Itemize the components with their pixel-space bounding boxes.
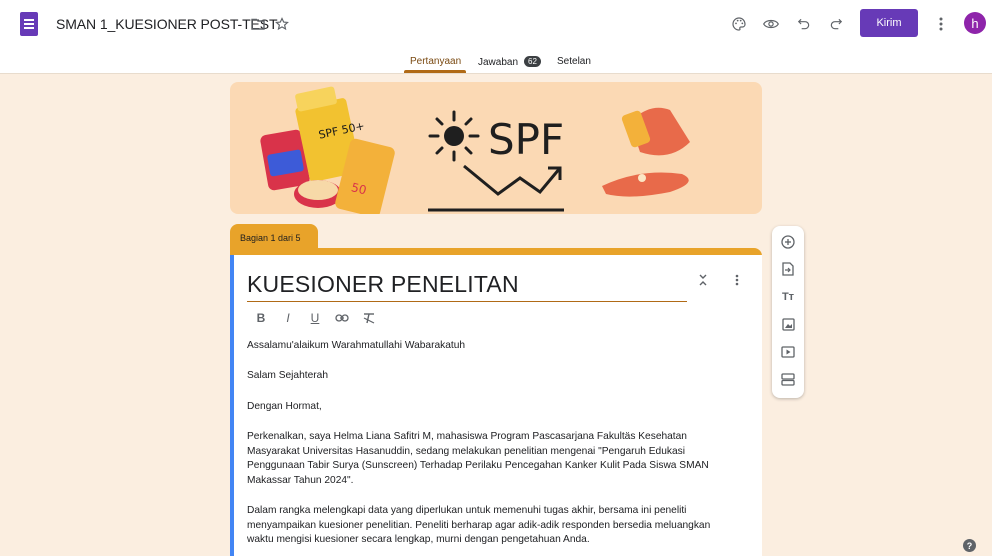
send-button[interactable]: Kirim <box>860 9 918 37</box>
banner-spf-text: SPF <box>488 115 564 164</box>
italic-button[interactable]: I <box>280 311 296 325</box>
add-title-icon[interactable]: Tт <box>780 289 796 305</box>
description-paragraph[interactable]: Dalam rangka melengkapi data yang diperl… <box>247 504 737 548</box>
help-icon[interactable]: ? <box>963 539 976 552</box>
active-tab-indicator <box>404 70 466 73</box>
section-more-icon[interactable] <box>730 273 744 287</box>
description-line[interactable]: Dengan Hormat, <box>247 400 737 415</box>
form-tabs: Pertanyaan Jawaban 62 Setelan <box>0 48 992 74</box>
add-image-icon[interactable] <box>780 316 796 332</box>
header-banner-image: SPF 50+ 50 SPF <box>230 82 762 214</box>
customize-theme-icon[interactable] <box>727 12 751 36</box>
tab-responses-label: Jawaban <box>478 57 519 68</box>
undo-icon[interactable] <box>792 12 816 36</box>
description-line[interactable]: Assalamu'alaikum Warahmatullahi Wabaraka… <box>247 339 737 354</box>
more-options-icon[interactable] <box>929 12 953 36</box>
tab-settings[interactable]: Setelan <box>557 56 591 67</box>
floating-toolbar: Tт <box>772 226 804 398</box>
preview-eye-icon[interactable] <box>759 12 783 36</box>
clear-formatting-icon[interactable] <box>361 311 377 325</box>
description-line[interactable]: Salam Sejahterah <box>247 369 737 384</box>
insert-link-icon[interactable] <box>334 311 350 325</box>
redo-icon[interactable] <box>824 12 848 36</box>
star-icon[interactable] <box>270 12 294 36</box>
description-paragraph[interactable]: Perkenalkan, saya Helma Liana Safitri M,… <box>247 430 737 488</box>
add-section-icon[interactable] <box>780 371 796 387</box>
collapse-section-icon[interactable] <box>696 273 710 287</box>
bold-button[interactable]: B <box>253 311 269 325</box>
form-title-input[interactable]: KUESIONER PENELITAN <box>247 271 519 298</box>
move-to-folder-icon[interactable] <box>246 12 270 36</box>
add-question-icon[interactable] <box>780 234 796 250</box>
import-questions-icon[interactable] <box>780 261 796 277</box>
add-video-icon[interactable] <box>780 344 796 360</box>
document-title[interactable]: SMAN 1_KUESIONER POST-TEST <box>56 16 278 32</box>
form-header-card[interactable]: KUESIONER PENELITAN B I U Assalamu'alaik… <box>230 255 762 556</box>
underline-button[interactable]: U <box>307 311 323 325</box>
account-avatar[interactable]: h <box>964 12 986 34</box>
tab-responses[interactable]: Jawaban 62 <box>478 56 541 68</box>
focused-card-indicator <box>230 255 234 556</box>
tab-questions[interactable]: Pertanyaan <box>410 56 461 67</box>
title-underline <box>247 301 687 302</box>
forms-logo-icon[interactable] <box>20 12 38 36</box>
top-bar: SMAN 1_KUESIONER POST-TEST Kirim h <box>0 0 992 48</box>
responses-count-badge: 62 <box>524 56 541 67</box>
